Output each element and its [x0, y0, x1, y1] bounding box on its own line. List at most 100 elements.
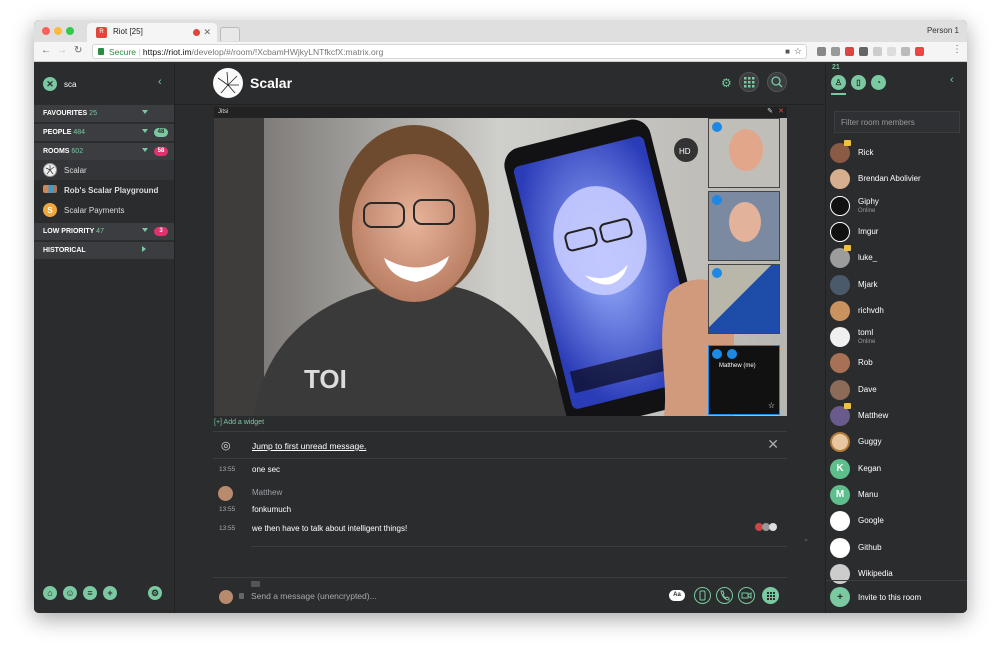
- sender-name[interactable]: Matthew: [252, 488, 282, 497]
- member-item[interactable]: Rick: [830, 140, 964, 167]
- browser-tab[interactable]: R Riot [25] ✕: [87, 23, 217, 42]
- close-widget-icon[interactable]: ✕: [778, 107, 784, 115]
- extension-shield-icon[interactable]: [873, 47, 882, 56]
- bookmark-star-icon[interactable]: ☆: [794, 46, 802, 57]
- member-item[interactable]: Guggy: [830, 432, 964, 456]
- member-item[interactable]: Google: [830, 511, 964, 535]
- minimize-window-button[interactable]: [54, 27, 62, 35]
- url-input[interactable]: Secure | https://riot.im/develop/#/room/…: [92, 44, 807, 59]
- extension-cast-icon[interactable]: [831, 47, 840, 56]
- member-item[interactable]: toml Online: [830, 327, 964, 351]
- room-title[interactable]: Scalar: [250, 75, 292, 91]
- section-people[interactable]: PEOPLE 484 48: [34, 124, 174, 141]
- add-widget-link[interactable]: [+] Add a widget: [214, 419, 264, 426]
- member-item[interactable]: luke_: [830, 245, 964, 272]
- member-item[interactable]: Imgur: [830, 221, 964, 246]
- new-tab-button[interactable]: [220, 27, 240, 41]
- room-search-input[interactable]: sca: [64, 80, 76, 89]
- message-input[interactable]: Send a message (unencrypted)...: [251, 591, 377, 601]
- notifications-tab-icon[interactable]: ◔: [871, 75, 886, 90]
- forward-icon[interactable]: →: [57, 45, 67, 56]
- invite-to-room-button[interactable]: + Invite to this room: [826, 580, 967, 613]
- section-favourites[interactable]: FAVOURITES 25: [34, 105, 174, 122]
- participant-thumbnail[interactable]: [708, 118, 780, 188]
- back-icon[interactable]: ←: [41, 45, 51, 56]
- member-item[interactable]: richvdh: [830, 300, 964, 325]
- section-low-priority[interactable]: LOW PRIORITY 47 3: [34, 223, 174, 240]
- extension-feather-icon[interactable]: [887, 47, 896, 56]
- video-call-button[interactable]: [738, 587, 755, 604]
- voice-call-button[interactable]: [716, 587, 733, 604]
- room-directory-icon[interactable]: ≡: [83, 586, 97, 600]
- member-item[interactable]: Github: [830, 537, 964, 562]
- camera-icon[interactable]: ■: [785, 47, 790, 56]
- member-item[interactable]: Dave: [830, 379, 964, 404]
- extension-recycle-icon[interactable]: [817, 47, 826, 56]
- member-item[interactable]: Rob: [830, 353, 964, 377]
- message-row[interactable]: 13:55 we then have to talk about intelli…: [213, 523, 787, 538]
- room-avatar[interactable]: [213, 68, 243, 98]
- browser-menu-icon[interactable]: ⋮: [952, 44, 962, 55]
- room-item-robs-playground[interactable]: Rob's Scalar Playground: [34, 180, 174, 200]
- search-icon[interactable]: [767, 72, 787, 92]
- member-item[interactable]: Mjark: [830, 274, 964, 299]
- participant-thumbnail[interactable]: [708, 191, 780, 261]
- home-icon[interactable]: ⌂: [43, 586, 57, 600]
- members-tab-icon[interactable]: ♙: [831, 75, 846, 90]
- member-name: Rob: [858, 358, 873, 368]
- close-tab-icon[interactable]: ✕: [203, 27, 211, 38]
- profile-name[interactable]: Person 1: [927, 26, 959, 35]
- formatting-toggle-button[interactable]: Aa: [669, 590, 685, 601]
- video-feed[interactable]: TOI HD Matthew (me) ☆: [214, 118, 787, 416]
- member-item[interactable]: M Manu: [830, 484, 964, 509]
- audio-indicator-icon: [712, 349, 722, 359]
- upload-file-button[interactable]: [694, 587, 711, 604]
- jump-to-unread-link[interactable]: Jump to first unread message.: [252, 441, 366, 451]
- room-item-scalar-payments[interactable]: S Scalar Payments: [34, 200, 174, 220]
- participant-thumbnail[interactable]: [708, 264, 780, 334]
- message-row[interactable]: 13:55 fonkumuch: [213, 505, 787, 519]
- member-avatar: [830, 274, 850, 295]
- hd-label: HD: [679, 147, 691, 156]
- markdown-icon[interactable]: [251, 581, 260, 587]
- maximize-window-button[interactable]: [66, 27, 74, 35]
- member-item[interactable]: Brendan Abolivier: [830, 169, 964, 193]
- member-item[interactable]: Giphy Online: [830, 195, 964, 220]
- member-avatar: [830, 537, 850, 558]
- room-settings-icon[interactable]: ⚙: [721, 76, 732, 90]
- member-name: toml: [858, 328, 874, 338]
- sender-avatar[interactable]: [218, 486, 233, 501]
- room-item-scalar[interactable]: Scalar: [34, 160, 174, 180]
- message-timestamp: 13:55: [219, 466, 236, 473]
- jitsi-widget[interactable]: Jitsi ✎ ✕ TOI HD Matthew (me) ☆: [214, 107, 787, 416]
- collapse-right-panel-icon[interactable]: ‹: [950, 74, 954, 86]
- read-receipt-avatar[interactable]: [769, 523, 777, 531]
- create-room-icon[interactable]: +: [103, 586, 117, 600]
- clear-search-icon[interactable]: ✕: [43, 77, 57, 91]
- message-row[interactable]: 13:55 one sec: [213, 465, 787, 479]
- widget-apps-button[interactable]: [762, 587, 779, 604]
- member-item[interactable]: Matthew: [830, 403, 964, 430]
- reload-icon[interactable]: ↻: [74, 45, 82, 56]
- collapse-left-panel-icon[interactable]: ‹: [158, 76, 162, 88]
- section-rooms[interactable]: ROOMS 602 58: [34, 143, 174, 160]
- section-historical[interactable]: HISTORICAL: [34, 242, 174, 259]
- close-unread-icon[interactable]: ✕: [767, 436, 779, 453]
- member-item[interactable]: K Kegan: [830, 458, 964, 483]
- start-chat-icon[interactable]: ☺: [63, 586, 77, 600]
- apps-grid-icon[interactable]: [739, 72, 759, 92]
- files-tab-icon[interactable]: ▯: [851, 75, 866, 90]
- extension-diamond-icon[interactable]: [915, 47, 924, 56]
- self-view-thumbnail[interactable]: Matthew (me) ☆: [708, 345, 780, 415]
- extension-pdf-icon[interactable]: [845, 47, 854, 56]
- scroll-down-icon[interactable]: ⌄: [803, 535, 809, 543]
- filter-members-input[interactable]: Filter room members: [834, 111, 960, 133]
- message-composer: Send a message (unencrypted)... Aa: [213, 577, 787, 613]
- settings-icon[interactable]: ⚙: [148, 586, 162, 600]
- room-header: Scalar ⚙: [175, 63, 826, 105]
- edit-widget-icon[interactable]: ✎: [767, 107, 773, 115]
- close-window-button[interactable]: [42, 27, 50, 35]
- star-icon[interactable]: ☆: [768, 401, 775, 410]
- extension-flag-icon[interactable]: [901, 47, 910, 56]
- extension-box-icon[interactable]: [859, 47, 868, 56]
